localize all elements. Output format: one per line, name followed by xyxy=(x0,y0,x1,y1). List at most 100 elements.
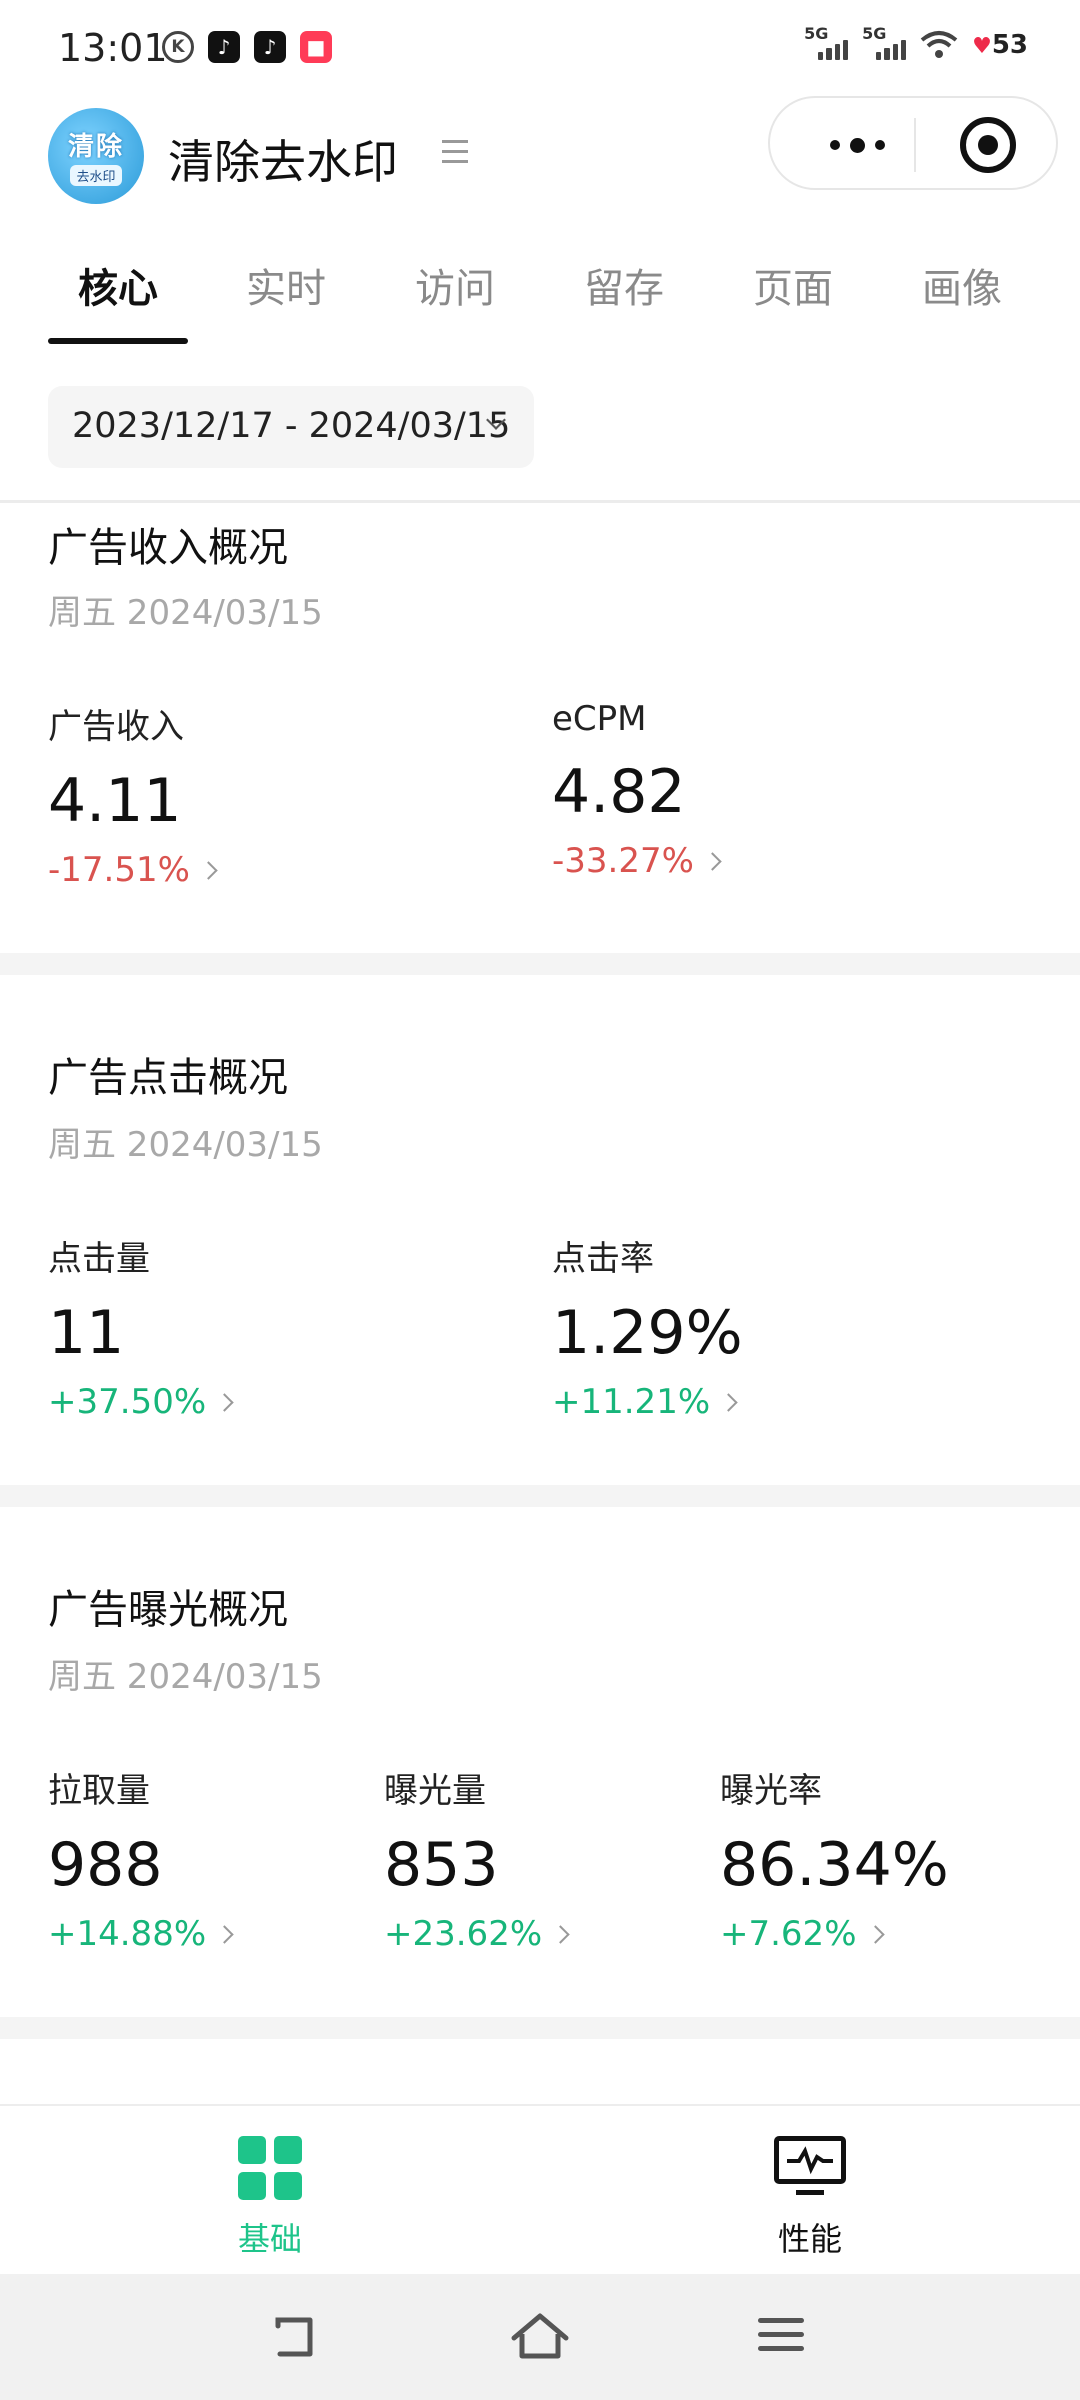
date-range-selector[interactable]: 2023/12/17 - 2024/03/15 xyxy=(48,386,534,468)
target-icon xyxy=(978,135,998,155)
section-date: 周五 2024/03/15 xyxy=(48,593,323,633)
tiktok-icon: ♪ xyxy=(254,31,286,63)
metric-change-link[interactable]: -33.27% xyxy=(552,841,722,881)
nav-basic[interactable]: 基础 xyxy=(170,2136,370,2260)
signal-label: 5G xyxy=(862,24,887,43)
chevron-right-icon xyxy=(215,1924,234,1944)
metric-label: 曝光量 xyxy=(384,1771,486,1811)
tab-core[interactable]: 核心 xyxy=(78,256,158,314)
section-title: 广告点击概况 xyxy=(48,1055,288,1101)
metric-click-rate: 点击率 1.29% +11.21% xyxy=(552,1231,743,1422)
metric-change: +11.21% xyxy=(552,1382,711,1422)
metric-change-link[interactable]: +11.21% xyxy=(552,1382,743,1422)
k-app-icon: K xyxy=(162,31,194,63)
wifi-icon xyxy=(920,30,958,60)
chevron-right-icon xyxy=(865,1924,885,1944)
recent-apps-button[interactable] xyxy=(758,2318,818,2368)
logo-text: 清除 xyxy=(67,132,124,162)
metric-value: 4.11 xyxy=(48,766,182,836)
metric-value: 4.82 xyxy=(552,757,686,827)
app-header: 清除 去水印 清除去水印 xyxy=(0,96,1080,216)
metric-change-link[interactable]: +23.62% xyxy=(384,1914,570,1954)
app-title[interactable]: 清除去水印 xyxy=(168,126,398,192)
metric-change-link[interactable]: +7.62% xyxy=(720,1914,949,1954)
section-title: 广告曝光概况 xyxy=(48,1587,288,1633)
monitor-icon xyxy=(774,2136,846,2200)
tab-visits[interactable]: 访问 xyxy=(415,256,495,314)
chevron-right-icon xyxy=(199,860,218,880)
battery-indicator: ♥53 xyxy=(972,30,1028,60)
ad-revenue-section: 广告收入概况 周五 2024/03/15 广告收入 4.11 -17.51% e… xyxy=(0,503,1080,953)
section-separator xyxy=(0,1485,1080,1507)
metric-value: 86.34% xyxy=(720,1830,949,1900)
metric-change: +23.62% xyxy=(384,1914,543,1954)
tab-pages[interactable]: 页面 xyxy=(753,256,833,314)
metric-click-count: 点击量 11 +37.50% xyxy=(48,1231,234,1422)
metric-label: 曝光率 xyxy=(720,1771,822,1811)
home-button[interactable] xyxy=(510,2312,570,2362)
page: 13:01 K ♪ ♪ ■ 5G 5G ♥53 清除 去水印 清除去水印 核心 … xyxy=(0,0,1080,2400)
bottom-nav: 基础 性能 xyxy=(0,2104,1080,2274)
metric-value: 988 xyxy=(48,1830,163,1900)
tab-bar: 核心 实时 访问 留存 页面 画像 xyxy=(0,250,1080,346)
ad-clicks-section: 广告点击概况 周五 2024/03/15 点击量 11 +37.50% 点击率 … xyxy=(0,975,1080,1485)
metric-value: 853 xyxy=(384,1830,499,1900)
metric-change: +37.50% xyxy=(48,1382,207,1422)
signal-icon: 5G xyxy=(804,24,849,60)
metric-change-link[interactable]: +37.50% xyxy=(48,1382,234,1422)
logo-subtext: 去水印 xyxy=(70,165,122,186)
metric-value: 1.29% xyxy=(552,1298,743,1368)
metric-impression-rate: 曝光率 86.34% +7.62% xyxy=(720,1763,949,1954)
section-date: 周五 2024/03/15 xyxy=(48,1125,323,1165)
metric-change: +14.88% xyxy=(48,1914,207,1954)
chevron-right-icon xyxy=(551,1924,570,1944)
dot-icon xyxy=(874,140,885,150)
nav-performance[interactable]: 性能 xyxy=(710,2136,910,2260)
status-bar: 13:01 K ♪ ♪ ■ 5G 5G ♥53 xyxy=(0,0,1080,96)
section-separator xyxy=(0,953,1080,975)
app-notification-icon: ■ xyxy=(300,31,332,63)
metric-label: 广告收入 xyxy=(48,707,184,747)
home-icon xyxy=(511,2313,569,2359)
active-tab-indicator xyxy=(48,338,188,344)
section-separator xyxy=(0,2017,1080,2039)
section-title: 广告收入概况 xyxy=(48,525,288,571)
chevron-right-icon xyxy=(703,851,722,871)
metric-ad-revenue: 广告收入 4.11 -17.51% xyxy=(48,699,218,890)
back-button[interactable] xyxy=(270,2312,330,2362)
battery-level: 53 xyxy=(991,30,1028,60)
dot-icon xyxy=(849,137,865,153)
dot-icon xyxy=(829,140,840,150)
chevron-right-icon xyxy=(719,1392,738,1412)
metric-value: 11 xyxy=(48,1298,125,1368)
metric-change: +7.62% xyxy=(720,1914,857,1954)
metric-label: eCPM xyxy=(552,699,647,739)
nav-label: 基础 xyxy=(237,2220,302,2258)
metric-change: -17.51% xyxy=(48,850,190,890)
metric-label: 点击量 xyxy=(48,1239,150,1279)
chevron-right-icon xyxy=(215,1392,234,1412)
tab-retention[interactable]: 留存 xyxy=(584,256,664,314)
status-time: 13:01 xyxy=(58,26,168,70)
capsule-divider xyxy=(914,118,916,172)
status-right: 5G 5G ♥53 xyxy=(804,24,1028,60)
close-miniprogram-button[interactable] xyxy=(960,117,1016,173)
tab-portrait[interactable]: 画像 xyxy=(922,256,1002,314)
metric-fill-count: 拉取量 988 +14.88% xyxy=(48,1763,234,1954)
metric-change-link[interactable]: +14.88% xyxy=(48,1914,234,1954)
grid-icon xyxy=(238,2136,302,2200)
ad-exposure-section: 广告曝光概况 周五 2024/03/15 拉取量 988 +14.88% 曝光量… xyxy=(0,1507,1080,2017)
signal-icon: 5G xyxy=(862,24,907,60)
metric-change: -33.27% xyxy=(552,841,694,881)
heart-icon: ♥ xyxy=(972,34,992,59)
metric-change-link[interactable]: -17.51% xyxy=(48,850,218,890)
nav-label: 性能 xyxy=(777,2220,842,2258)
section-date: 周五 2024/03/15 xyxy=(48,1657,323,1697)
date-range-text: 2023/12/17 - 2024/03/15 xyxy=(72,406,511,446)
app-logo: 清除 去水印 xyxy=(48,108,144,204)
tab-realtime[interactable]: 实时 xyxy=(246,256,326,314)
metric-ecpm: eCPM 4.82 -33.27% xyxy=(552,699,722,881)
metric-impressions: 曝光量 853 +23.62% xyxy=(384,1763,570,1954)
more-options-button[interactable] xyxy=(812,130,902,160)
title-menu-icon[interactable] xyxy=(442,140,468,164)
